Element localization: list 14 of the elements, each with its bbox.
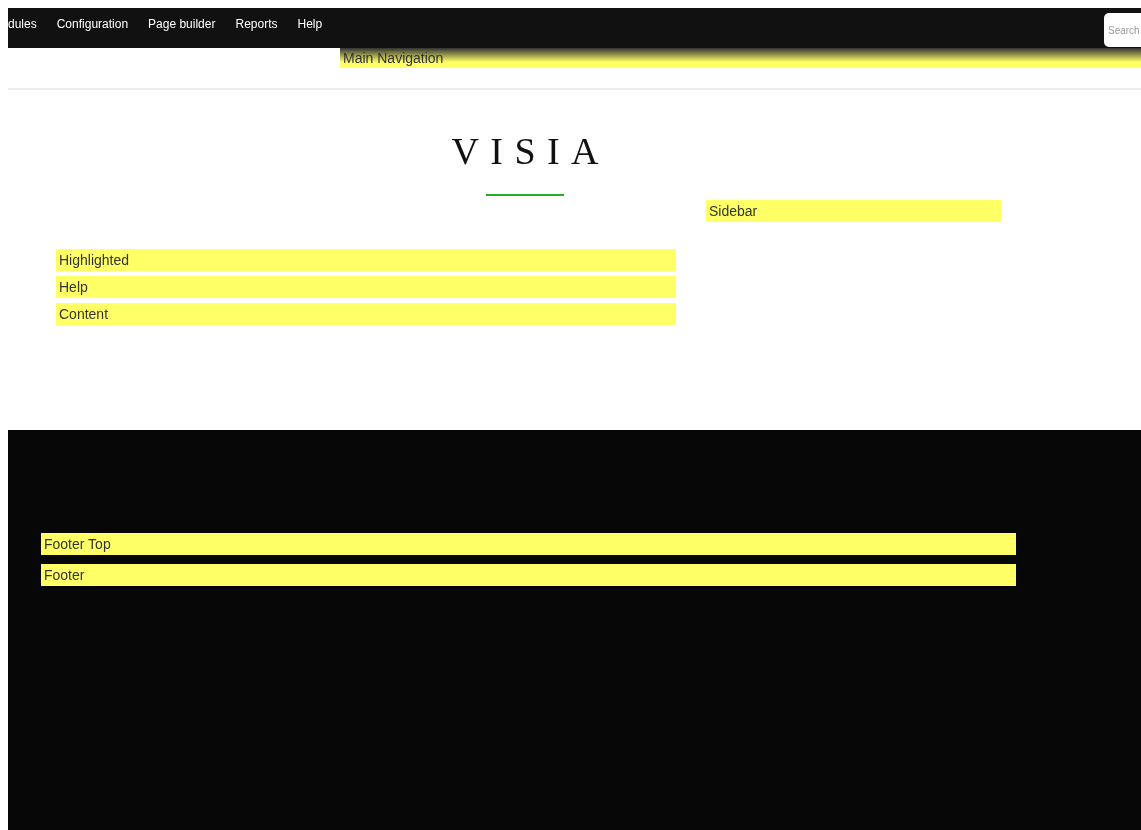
region-label: Footer bbox=[41, 564, 1016, 586]
menu-link[interactable]: dules bbox=[8, 8, 37, 33]
search-field[interactable]: Search bbox=[1104, 13, 1141, 47]
region-label: Footer Top bbox=[41, 533, 1016, 555]
menu-link[interactable]: Configuration bbox=[56, 8, 129, 33]
menu-link[interactable]: Page builder bbox=[148, 8, 216, 33]
region-label: Content bbox=[56, 303, 676, 325]
sidebar-region: Sidebar bbox=[706, 200, 1001, 222]
menu-link[interactable]: Help bbox=[297, 8, 323, 33]
region-label: Highlighted bbox=[56, 249, 676, 271]
menu-link[interactable]: Reports bbox=[235, 8, 278, 33]
region-label: Help bbox=[56, 276, 676, 298]
main-navigation-region: Main Navigation bbox=[340, 48, 1141, 68]
site-logo: VISIA bbox=[450, 132, 611, 170]
